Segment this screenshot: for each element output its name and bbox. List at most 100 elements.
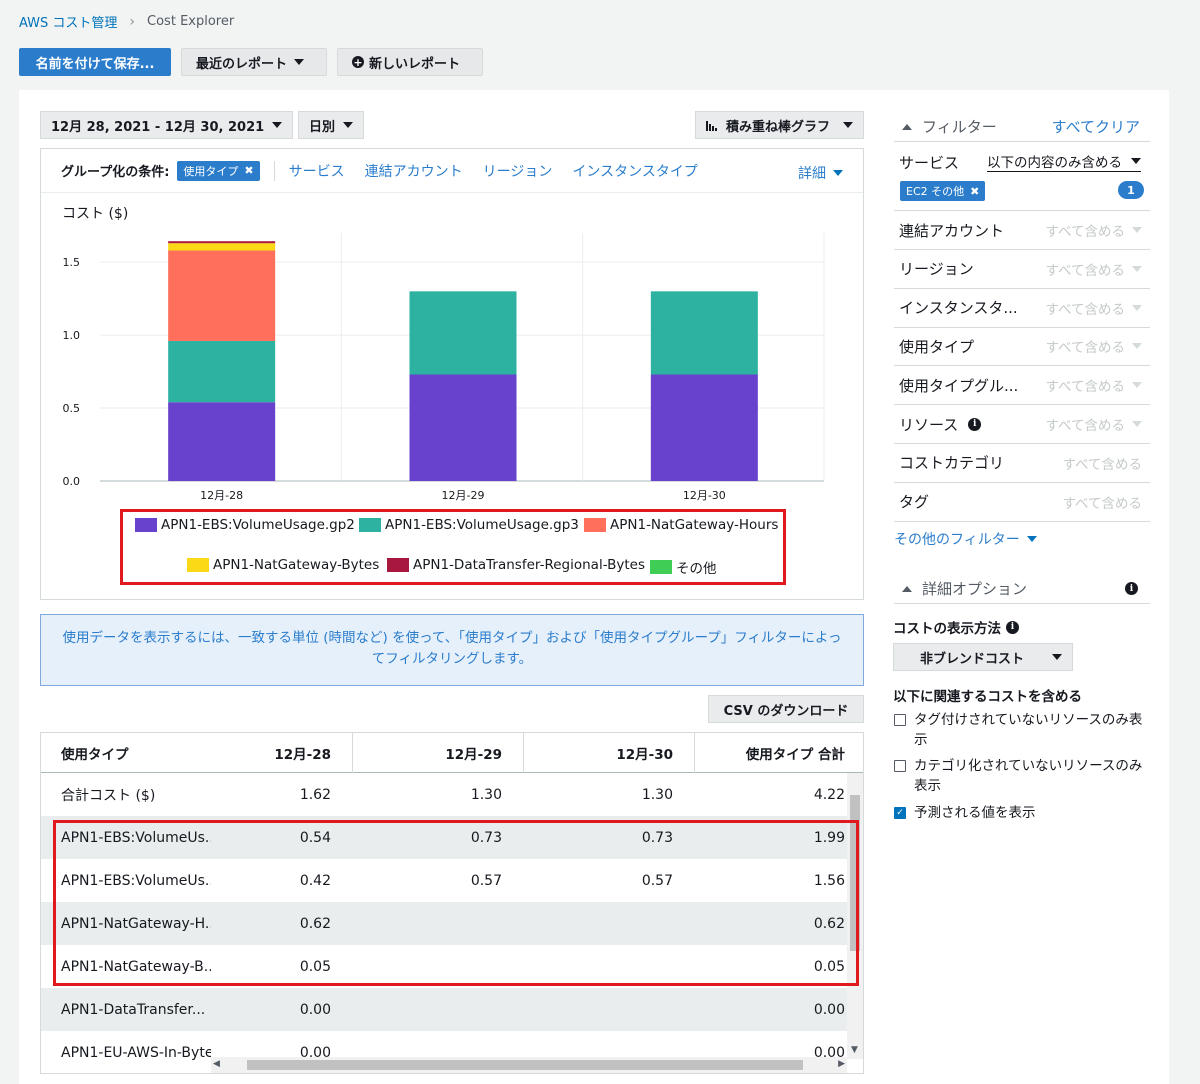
group-by-service[interactable]: サービス [289,161,345,181]
csv-download-button[interactable]: CSV のダウンロード [708,695,864,723]
filter-value-select[interactable]: すべて含める [1045,298,1142,318]
filter-header[interactable]: フィルター すべてクリア [894,112,1150,142]
clear-all-link[interactable]: すべてクリア [1052,116,1140,137]
divider [273,160,275,181]
checkbox[interactable] [894,714,906,726]
info-icon[interactable]: i [968,417,982,431]
caret-down-icon [343,122,353,128]
chevron-right-icon: › [129,13,136,30]
caret-down-icon [1026,536,1037,542]
group-by-label: グループ化の条件: [61,165,170,180]
date-range-value: 12月 28, 2021 - 12月 30, 2021 [51,119,265,135]
info-icon[interactable]: i [1125,582,1138,595]
caret-down-icon [1132,227,1142,233]
column-header-total[interactable]: 使用タイプ 合計 [721,733,845,773]
column-header-date-2[interactable]: 12月-29 [411,733,502,773]
filter-label: インスタンスタ... [899,299,1018,318]
group-by-region[interactable]: リージョン [483,161,553,181]
filter-service-chip-label: EC2 その他 [906,185,965,198]
filter-row[interactable]: リージョン すべて含める [894,250,1150,289]
horizontal-scrollbar[interactable]: ◀ ▶ [211,1057,847,1073]
filter-row[interactable]: 連結アカウント すべて含める [894,211,1150,250]
cost-display-label: コストの表示方法 [893,621,1001,637]
caret-down-icon [833,170,843,176]
filter-label: タグ [899,493,930,512]
group-by-chip[interactable]: 使用タイプ ✖ [177,160,260,181]
new-report-button[interactable]: + 新しいレポート [337,48,483,76]
caret-down-icon [1052,654,1062,660]
filter-value-select[interactable]: すべて含める [1045,336,1142,356]
save-as-button[interactable]: 名前を付けて保存... [19,48,171,76]
breadcrumb: AWS コスト管理 › Cost Explorer [19,12,235,32]
plus-circle-icon: + [352,55,364,69]
option-untagged[interactable]: タグ付けされていないリソースのみ表示 [894,710,1150,750]
filter-row[interactable]: タグ すべて含める [894,483,1150,522]
scrollbar-thumb[interactable] [247,1060,803,1070]
column-divider[interactable] [694,733,695,773]
date-range-picker[interactable]: 12月 28, 2021 - 12月 30, 2021 [40,111,293,139]
filter-row[interactable]: 使用タイプグル... すべて含める [894,366,1150,406]
column-divider[interactable] [523,733,524,773]
filter-service-mode-select[interactable]: 以下の内容のみ含める [987,150,1141,172]
filter-row[interactable]: 使用タイプ すべて含める [894,327,1150,367]
cost-display-select[interactable]: 非ブレンドコスト [893,643,1073,671]
column-divider[interactable] [352,733,353,773]
granularity-value: 日別 [309,119,336,135]
filter-row[interactable]: リソース i すべて含める [894,405,1150,444]
scroll-left-arrow-icon[interactable]: ◀ [213,1059,220,1069]
checkbox[interactable] [894,760,906,772]
filter-value-select[interactable]: すべて含める [1045,220,1142,240]
close-icon[interactable]: ✖ [244,164,253,177]
filter-value: すべて含める [1045,418,1125,434]
info-icon[interactable]: i [1006,620,1019,634]
group-by-chip-label: 使用タイプ [183,164,239,178]
scroll-down-arrow-icon[interactable]: ▼ [851,1045,858,1055]
row-label: APN1-DataTransfer... ($) [61,1001,211,1018]
group-by-more-dropdown[interactable]: 詳細 [798,163,843,183]
filter-value-select[interactable]: すべて含める [1062,453,1142,473]
filter-title: フィルター [922,118,997,136]
table-row: APN1-DataTransfer... ($) 0.00 0.00 [41,988,847,1031]
caret-down-icon [272,122,282,128]
breadcrumb-root-link[interactable]: AWS コスト管理 [19,12,117,31]
scroll-right-arrow-icon[interactable]: ▶ [838,1059,845,1069]
granularity-select[interactable]: 日別 [298,111,364,139]
filter-value-select[interactable]: すべて含める [1045,375,1142,395]
toolbar: 名前を付けて保存... 最近のレポート + 新しいレポート [19,48,483,76]
legend-highlight-outline [120,509,786,585]
filter-label: コストカテゴリ [899,454,1005,473]
filter-value-select[interactable]: すべて含める [1062,492,1142,512]
filter-service-chip[interactable]: EC2 その他 ✖ [900,181,986,201]
column-header-date-1[interactable]: 12月-28 [241,733,331,773]
cost-display-label-row: コストの表示方法 i [893,617,1019,637]
filter-row[interactable]: インスタンスタ... すべて含める [894,289,1150,328]
advanced-options-header[interactable]: 詳細オプション i [894,574,1150,604]
option-forecast[interactable]: ✓ 予測される値を表示 [894,803,1150,823]
option-uncategorized[interactable]: カテゴリ化されていないリソースのみ表示 [894,756,1150,796]
group-by-linked-account[interactable]: 連結アカウント [365,161,463,181]
filter-value-select[interactable]: すべて含める [1045,414,1142,434]
group-by-instance-type[interactable]: インスタンスタイプ [572,161,697,181]
filter-service: サービス 以下の内容のみ含める EC2 その他 ✖ 1 [894,145,1150,211]
recent-reports-label: 最近のレポート [196,56,288,72]
filter-label: リージョン [899,260,974,279]
caret-down-icon [1132,343,1142,350]
checkbox-checked[interactable]: ✓ [894,807,906,819]
filter-value-select[interactable]: すべて含める [1045,259,1142,279]
table-total-row: 合計コスト ($) 1.62 1.30 1.30 4.22 [41,773,847,816]
collapse-triangle-icon [902,585,912,592]
recent-reports-button[interactable]: 最近のレポート [181,48,327,76]
close-icon[interactable]: ✖ [970,185,979,198]
filter-row[interactable]: コストカテゴリ すべて含める [894,444,1150,483]
breadcrumb-current: Cost Explorer [147,14,235,29]
csv-download-label: CSV のダウンロード [723,703,849,719]
chart-style-select[interactable]: 積み重ね棒グラフ [695,111,864,139]
filter-label: リソース [899,415,959,434]
column-header-date-3[interactable]: 12月-30 [581,733,673,773]
filter-label: 使用タイプグル... [899,376,1019,395]
filter-value: すべて含める [1045,262,1125,279]
collapse-triangle-icon [902,123,912,130]
more-filters-link[interactable]: その他のフィルター [894,529,1037,549]
column-header-usage-type[interactable]: 使用タイプ [61,733,129,773]
cell-value: 0.00 [813,1001,845,1018]
